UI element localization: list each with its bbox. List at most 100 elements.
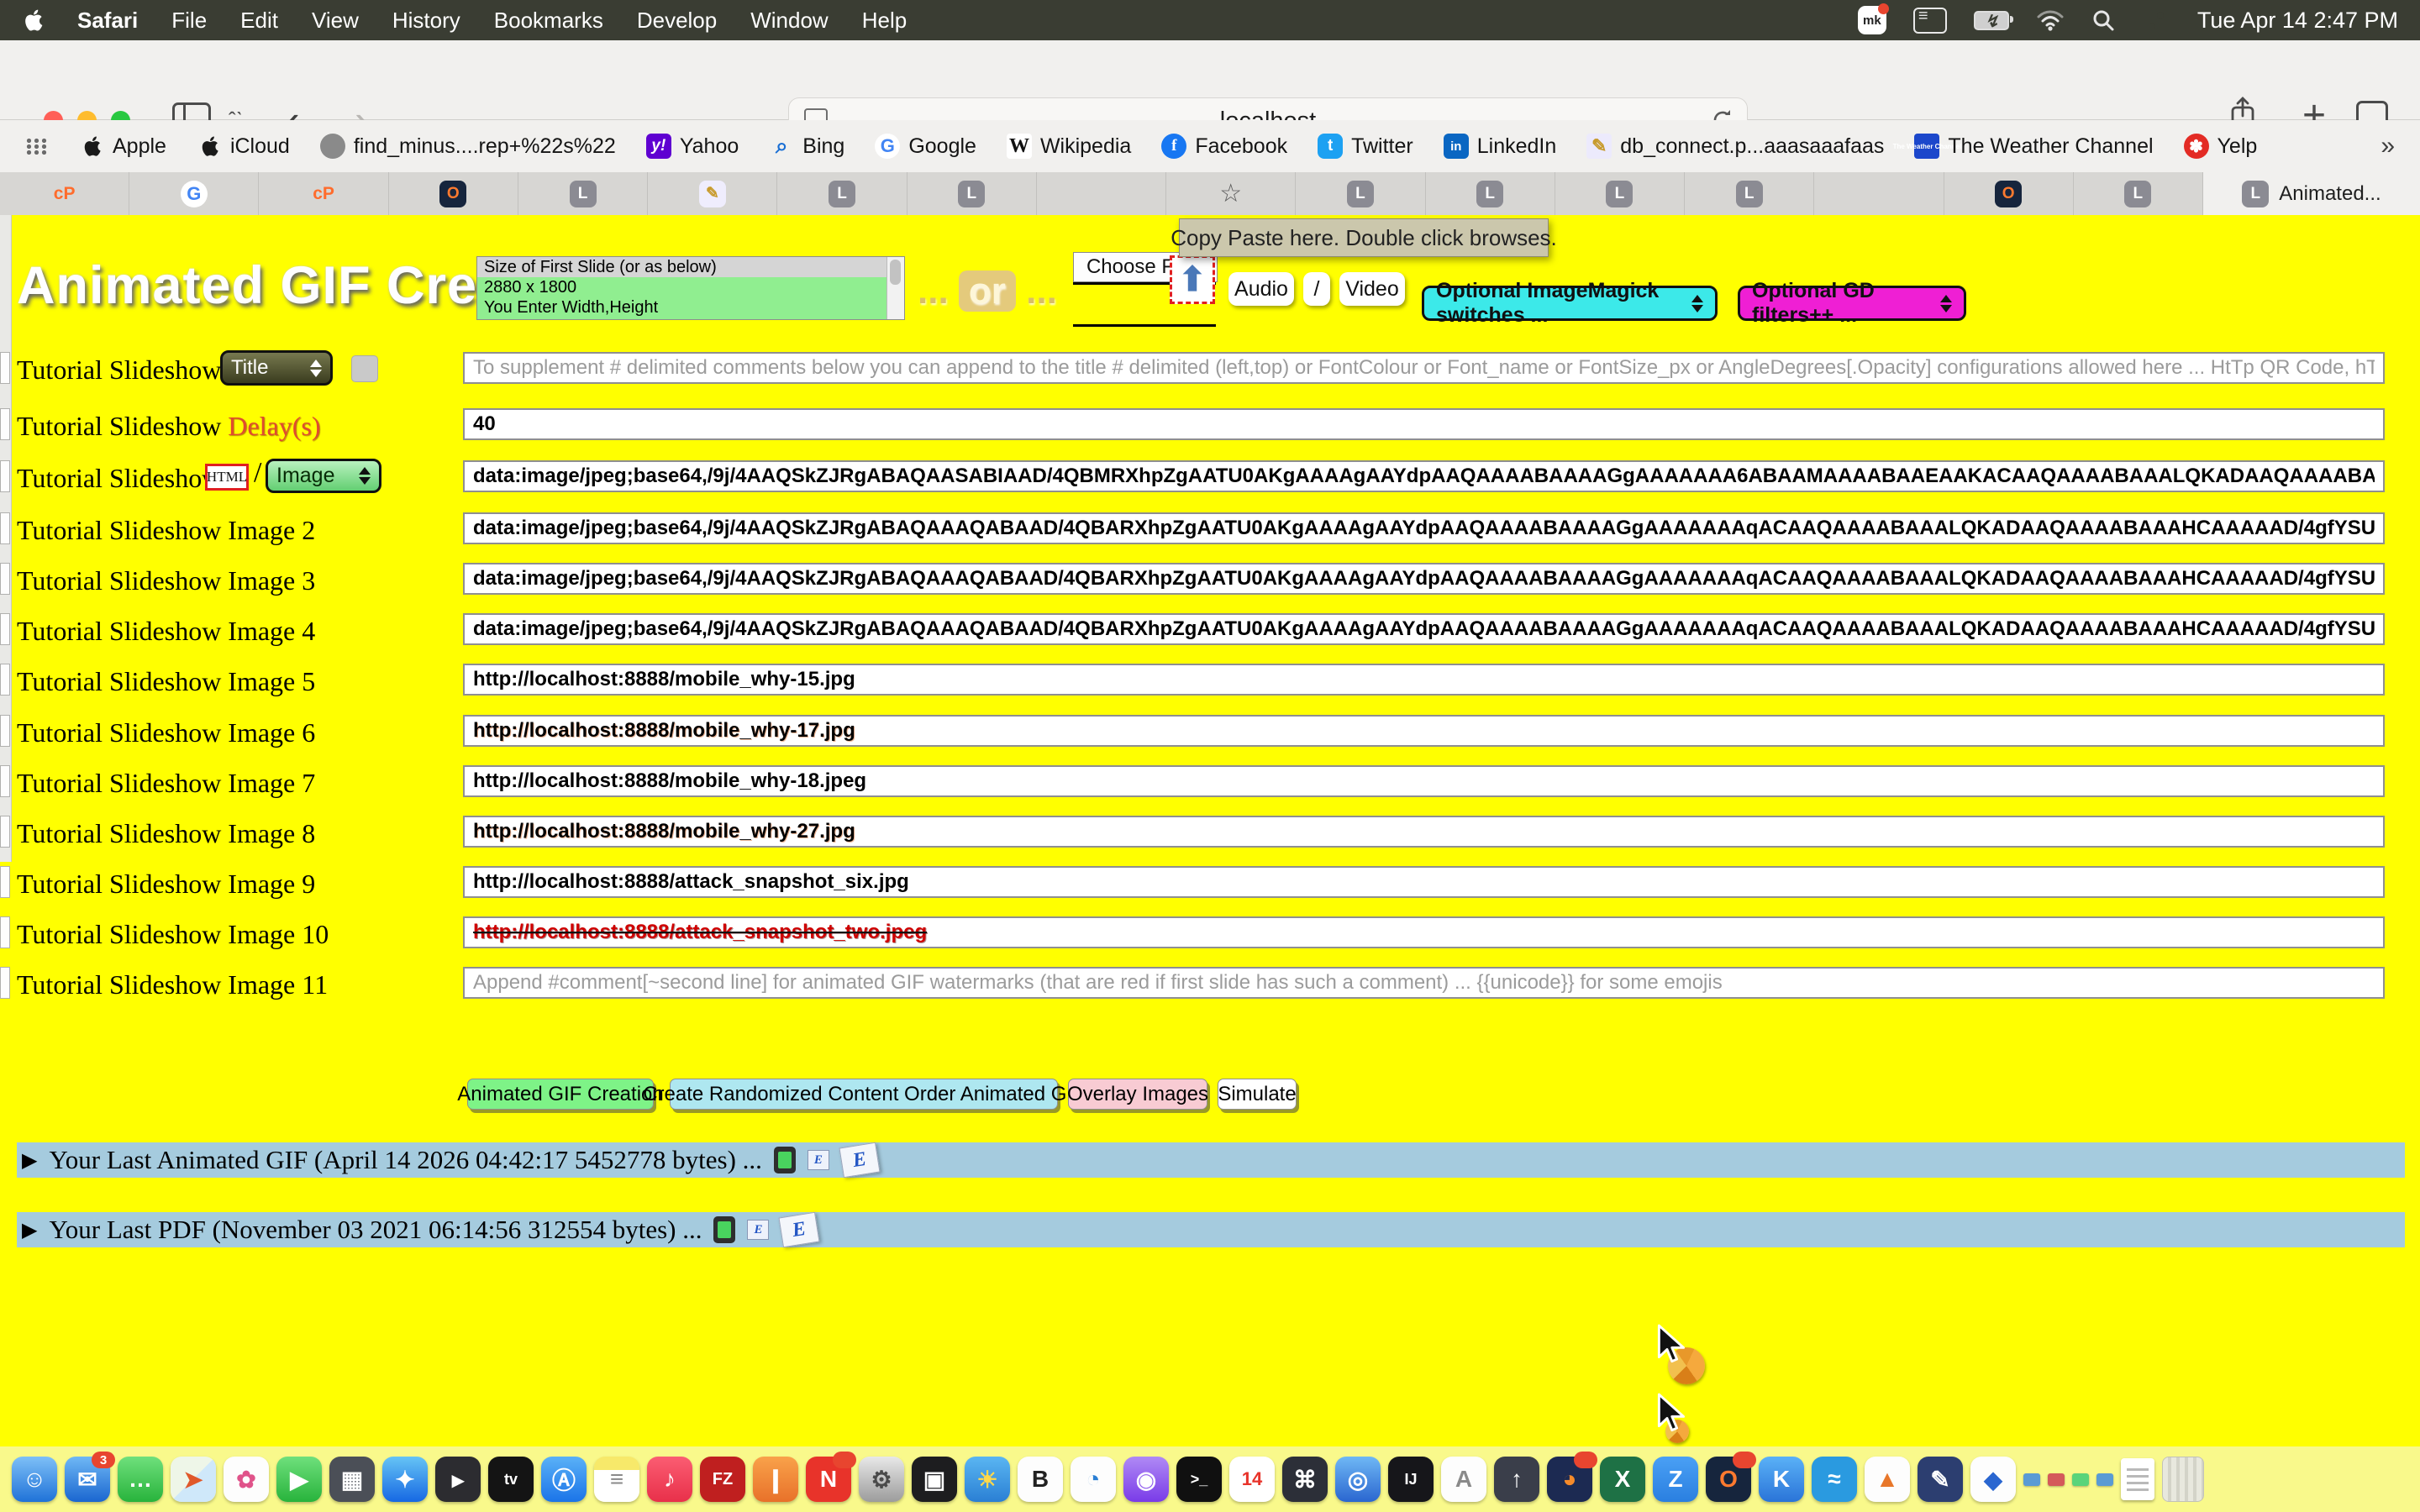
- gif-preview-icon[interactable]: [713, 1216, 735, 1243]
- pinned-tab-l-11[interactable]: L: [1426, 172, 1555, 215]
- input-image-6[interactable]: [463, 715, 2385, 747]
- active-tab[interactable]: LAnimated...: [2203, 172, 2420, 215]
- input-image-1[interactable]: [463, 460, 2385, 492]
- email-large-icon[interactable]: E: [779, 1212, 820, 1247]
- menu-clock[interactable]: Tue Apr 14 2:47 PM: [2197, 8, 2398, 34]
- favorite-facebook[interactable]: fFacebook: [1161, 134, 1287, 159]
- pinned-tab-l-6[interactable]: L: [777, 172, 907, 215]
- menu-item-window[interactable]: Window: [750, 8, 828, 34]
- size-option-custom[interactable]: You Enter Width,Height: [477, 297, 904, 318]
- wifi-icon[interactable]: [2036, 9, 2065, 31]
- input-image-5[interactable]: [463, 664, 2385, 696]
- dock-photos[interactable]: ✿: [224, 1457, 269, 1502]
- gif-preview-icon[interactable]: [774, 1147, 796, 1173]
- favorite-wikipedia[interactable]: WWikipedia: [1007, 134, 1131, 159]
- dock-media[interactable]: ▸: [435, 1457, 481, 1502]
- gd-filters-select[interactable]: Optional GD filters++ ...: [1738, 286, 1966, 321]
- dock-mail[interactable]: ✉3: [65, 1457, 110, 1502]
- dock-launchpad[interactable]: ▦: [329, 1457, 375, 1502]
- dock-document[interactable]: [2121, 1458, 2154, 1500]
- size-listbox-scrollbar[interactable]: [886, 257, 904, 319]
- favorite-github[interactable]: find_minus....rep+%22s%22: [320, 134, 616, 159]
- dock-rocket[interactable]: ↑: [1494, 1457, 1539, 1502]
- dock-textedit[interactable]: A: [1441, 1457, 1486, 1502]
- dock-messages[interactable]: …: [118, 1457, 163, 1502]
- dock-filezilla[interactable]: FZ: [700, 1457, 745, 1502]
- dock-dropbox[interactable]: ◆: [1970, 1457, 2016, 1502]
- dock-appletv[interactable]: ▣: [912, 1457, 957, 1502]
- pinned-tab-l-12[interactable]: L: [1555, 172, 1685, 215]
- randomized-gif-button[interactable]: Create Randomized Content Order Animated…: [670, 1079, 1058, 1110]
- imagemagick-select[interactable]: Optional ImageMagick switches ...: [1422, 286, 1718, 321]
- dock-docker[interactable]: ≈: [1812, 1457, 1857, 1502]
- dock-bear[interactable]: B: [1018, 1457, 1063, 1502]
- dock-appstore[interactable]: Ⓐ: [541, 1457, 587, 1502]
- pinned-tab-pencil-5[interactable]: ✎: [648, 172, 777, 215]
- input-title-comments[interactable]: [463, 352, 2385, 384]
- pinned-tab-cp-0[interactable]: cP: [0, 172, 129, 215]
- menu-item-help[interactable]: Help: [862, 8, 907, 34]
- menu-item-edit[interactable]: Edit: [240, 8, 278, 34]
- menu-item-safari[interactable]: Safari: [77, 8, 138, 34]
- dock-tv[interactable]: tv: [488, 1457, 534, 1502]
- disclosure-triangle-icon[interactable]: ▶: [22, 1148, 37, 1173]
- title-select[interactable]: Title: [220, 350, 333, 386]
- dock-opera-dev[interactable]: O: [1706, 1457, 1751, 1502]
- menu-item-develop[interactable]: Develop: [637, 8, 717, 34]
- upload-arrow-icon[interactable]: ⬆︎: [1170, 255, 1215, 304]
- keyboard-icon[interactable]: [1913, 8, 1947, 34]
- pinned-tab-g-1[interactable]: G: [129, 172, 259, 215]
- favorite-bing[interactable]: ⌕Bing: [769, 134, 844, 159]
- pinned-tab-star-9[interactable]: ☆: [1166, 172, 1296, 215]
- dock-facetime[interactable]: ▶: [276, 1457, 322, 1502]
- input-image-7[interactable]: [463, 765, 2385, 797]
- favorites-overflow-chevron[interactable]: »: [2381, 132, 2395, 160]
- slash-button[interactable]: /: [1303, 272, 1330, 306]
- menu-item-view[interactable]: View: [312, 8, 359, 34]
- pinned-tab-l-7[interactable]: L: [908, 172, 1037, 215]
- disclosure-triangle-icon[interactable]: ▶: [22, 1218, 37, 1242]
- battery-charging-icon[interactable]: ↯: [1974, 11, 2009, 30]
- dock-firefox[interactable]: ◕: [1547, 1457, 1592, 1502]
- dock-photobooth[interactable]: ◎: [1335, 1457, 1381, 1502]
- control-center-icon[interactable]: [2142, 10, 2170, 30]
- dock-intellij[interactable]: IJ: [1388, 1457, 1434, 1502]
- favorite-twc[interactable]: The Weather ChannelThe Weather Channel: [1914, 134, 2153, 159]
- menu-item-history[interactable]: History: [392, 8, 460, 34]
- dock-browser[interactable]: ◔: [1071, 1457, 1116, 1502]
- pinned-tab-l-13[interactable]: L: [1685, 172, 1814, 215]
- input-image-9[interactable]: [463, 866, 2385, 898]
- dock-zoom[interactable]: Z: [1653, 1457, 1698, 1502]
- size-option-header[interactable]: Size of First Slide (or as below): [477, 257, 904, 277]
- html-button[interactable]: HTML: [205, 464, 249, 491]
- dock-excel[interactable]: X: [1600, 1457, 1645, 1502]
- input-image-4[interactable]: [463, 613, 2385, 645]
- favorite-twitter[interactable]: tTwitter: [1318, 134, 1413, 159]
- video-button[interactable]: Video: [1339, 272, 1405, 306]
- favorite-yahoo[interactable]: y!Yahoo: [646, 134, 739, 159]
- search-icon[interactable]: [2091, 8, 2115, 32]
- dock-news[interactable]: N: [806, 1457, 851, 1502]
- dock-vlc[interactable]: ▲: [1865, 1457, 1910, 1502]
- overlay-images-button[interactable]: Overlay Images: [1068, 1079, 1207, 1110]
- email-small-icon[interactable]: E: [747, 1220, 769, 1240]
- dock-maps[interactable]: ➤: [171, 1457, 216, 1502]
- pinned-tab-cp-2[interactable]: cP: [259, 172, 388, 215]
- menu-item-bookmarks[interactable]: Bookmarks: [494, 8, 603, 34]
- email-small-icon[interactable]: E: [808, 1150, 829, 1170]
- last-gif-bar[interactable]: ▶ Your Last Animated GIF (April 14 2026 …: [17, 1142, 2405, 1178]
- dock-settings[interactable]: ⚙: [859, 1457, 904, 1502]
- dock-minimized-window-2[interactable]: [2072, 1473, 2089, 1486]
- pinned-tab-blank-8[interactable]: [1037, 172, 1166, 215]
- left-scroll-track[interactable]: [0, 215, 12, 862]
- audio-button[interactable]: Audio: [1228, 272, 1294, 306]
- dock-minimized-window-3[interactable]: [2096, 1473, 2113, 1486]
- favorite-google[interactable]: GGoogle: [875, 134, 976, 159]
- size-option-current[interactable]: 2880 x 1800: [477, 277, 904, 297]
- dock-music[interactable]: ♪: [647, 1457, 692, 1502]
- dock-minimized-window-1[interactable]: [2048, 1473, 2065, 1486]
- color-swatch[interactable]: [351, 355, 378, 382]
- email-large-icon[interactable]: E: [839, 1142, 880, 1178]
- favorite-pencil[interactable]: ✎db_connect.p...aaasaaafaas: [1586, 134, 1884, 159]
- favorite-apple[interactable]: Apple: [79, 134, 166, 159]
